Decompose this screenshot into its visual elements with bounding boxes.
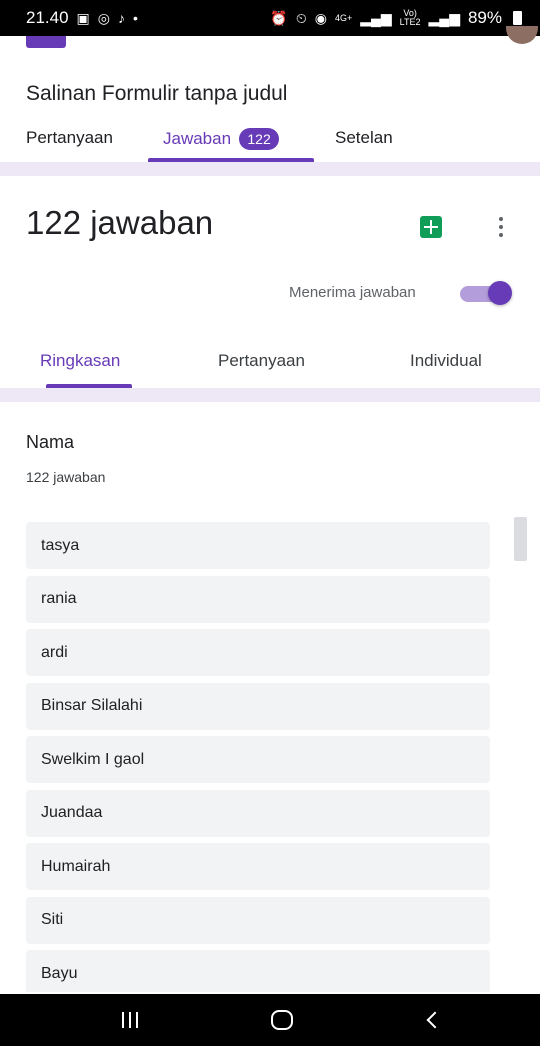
subtab-summary[interactable]: Ringkasan bbox=[40, 351, 120, 371]
answer-list[interactable]: tasya rania ardi Binsar Silalahi Swelkim… bbox=[26, 522, 490, 992]
list-item: tasya bbox=[26, 522, 490, 569]
volte-label: Vo) LTE2 bbox=[400, 9, 421, 27]
whatsapp-notification-icon: ◎ bbox=[97, 10, 110, 26]
list-item: rania bbox=[26, 575, 490, 623]
divider-band bbox=[0, 162, 540, 176]
more-notifications-dot-icon: • bbox=[133, 10, 138, 26]
more-dot bbox=[499, 233, 503, 237]
google-sheets-icon[interactable] bbox=[420, 216, 442, 238]
home-shape bbox=[271, 1010, 293, 1030]
status-time: 21.40 bbox=[26, 8, 69, 27]
responses-count-heading: 122 jawaban bbox=[26, 204, 214, 241]
tab-responses-label: Jawaban bbox=[163, 129, 232, 148]
list-item: Binsar Silalahi bbox=[26, 682, 490, 730]
subtab-individual[interactable]: Individual bbox=[410, 351, 482, 371]
more-vert-icon[interactable] bbox=[494, 214, 508, 240]
main-tabs: Pertanyaan Jawaban 122 Setelan bbox=[0, 118, 540, 162]
form-title: Salinan Formulir tanpa judul bbox=[26, 82, 288, 105]
gallery-notification-icon: ▣ bbox=[76, 10, 90, 26]
list-item: Humairah bbox=[26, 843, 490, 890]
accepting-responses-label: Menerima jawaban bbox=[289, 284, 416, 301]
list-item: ardi bbox=[26, 629, 490, 676]
more-dot bbox=[499, 217, 503, 221]
list-item: Bayu bbox=[26, 950, 490, 992]
responses-count-badge: 122 bbox=[239, 128, 280, 150]
tiktok-notification-icon: ♪ bbox=[118, 10, 125, 26]
battery-icon bbox=[513, 11, 522, 25]
status-bar: 21.40 ▣ ◎ ♪ • ⏰ ⏲ ◉ 4G+ ▂▄▆ Vo) LTE2 ▂▄▆… bbox=[0, 0, 540, 36]
answer-list-scrollbar[interactable] bbox=[514, 517, 527, 561]
avatar[interactable] bbox=[506, 26, 538, 44]
accepting-responses-toggle[interactable] bbox=[458, 281, 512, 305]
tab-questions[interactable]: Pertanyaan bbox=[26, 128, 113, 148]
more-dot bbox=[499, 225, 503, 229]
volte-bottom-label: LTE2 bbox=[399, 17, 421, 27]
toggle-thumb bbox=[488, 281, 512, 305]
alarm-icon: ⏲ bbox=[295, 10, 307, 26]
network-type-label: 4G+ bbox=[334, 12, 353, 23]
recents-bar bbox=[122, 1012, 124, 1028]
question-response-count: 122 jawaban bbox=[26, 469, 106, 485]
hotspot-icon: ◉ bbox=[314, 10, 327, 26]
system-nav-bar bbox=[0, 994, 540, 1046]
subtab-question[interactable]: Pertanyaan bbox=[218, 351, 305, 371]
form-color-chip bbox=[26, 36, 66, 48]
status-right: ⏰ ⏲ ◉ 4G+ ▂▄▆ Vo) LTE2 ▂▄▆ 89% bbox=[270, 8, 522, 28]
home-icon[interactable] bbox=[252, 1004, 312, 1036]
divider-band bbox=[0, 388, 540, 402]
tab-settings-label: Setelan bbox=[335, 128, 393, 147]
signal-1-icon: ▂▄▆ bbox=[360, 10, 392, 26]
tab-responses[interactable]: Jawaban 122 bbox=[163, 128, 280, 150]
tab-settings[interactable]: Setelan bbox=[335, 128, 393, 148]
list-item: Siti bbox=[26, 896, 490, 944]
recents-bar bbox=[136, 1012, 138, 1028]
recents-icon[interactable] bbox=[100, 1004, 160, 1036]
back-chevron bbox=[426, 1011, 444, 1029]
question-title: Nama bbox=[26, 432, 75, 452]
signal-2-icon: ▂▄▆ bbox=[428, 10, 460, 26]
lock-alarm-icon: ⏰ bbox=[270, 10, 288, 26]
battery-percent: 89% bbox=[467, 8, 502, 27]
back-icon[interactable] bbox=[402, 1004, 462, 1036]
list-item: Juandaa bbox=[26, 789, 490, 837]
recents-bar bbox=[129, 1012, 131, 1028]
tab-questions-label: Pertanyaan bbox=[26, 128, 113, 147]
status-left: 21.40 ▣ ◎ ♪ • bbox=[26, 8, 138, 28]
list-item: Swelkim I gaol bbox=[26, 736, 490, 783]
